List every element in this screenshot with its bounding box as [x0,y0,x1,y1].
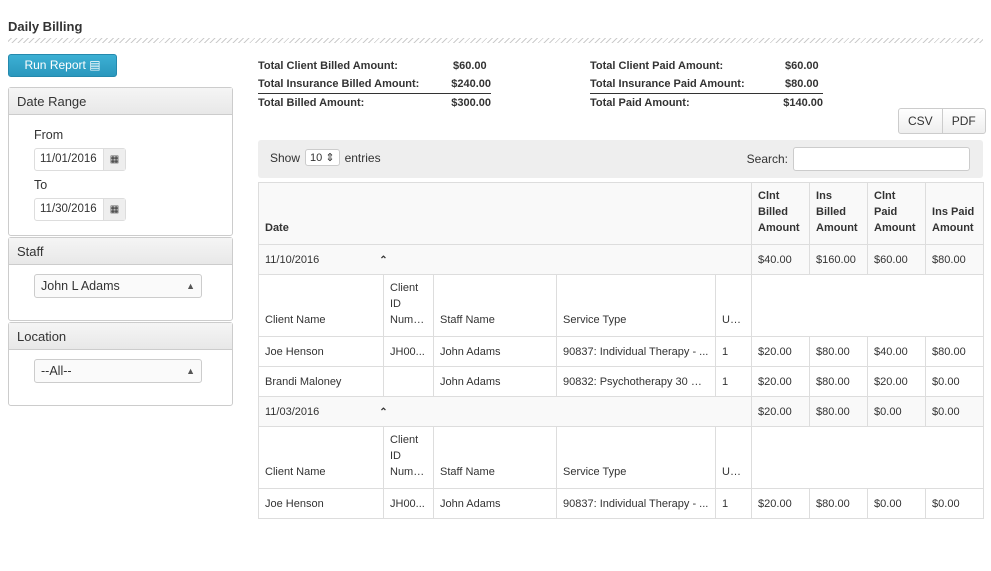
group-date[interactable]: 11/03/2016 ⌃ [257,396,753,427]
entries-select[interactable]: 10 ⇕ [305,149,340,166]
sub-header: Client ID Number [383,274,434,337]
group-total: $80.00 [809,396,869,427]
column-header: Ins Billed Amount [809,182,869,245]
sub-header-row: Client Name Client ID Number Staff Name Ser… [258,274,985,337]
staff-panel: Staff John L Adams ▲ [8,237,233,321]
group-total: $40.00 [751,244,811,275]
staff-title: Staff [9,238,232,265]
calendar-icon[interactable]: ▦ [103,149,125,170]
report-icon: ▤ [89,58,101,72]
table-cell: Joe Henson [258,488,384,519]
table-cell: 1 [714,366,753,397]
table-cell: JH00... [383,336,434,367]
table-cell: $0.00 [925,488,985,519]
table-cell: $20.00 [751,366,811,397]
sub-header: Units [714,426,753,489]
sub-header-blank [751,426,985,489]
group-total: $20.00 [751,396,811,427]
group-total: $80.00 [925,244,985,275]
table-cell: $80.00 [809,336,869,367]
location-panel: Location --All-- ▲ [8,322,233,406]
table-cell: JH00... [383,488,434,519]
table-cell: $20.00 [751,336,811,367]
export-buttons: CSV PDF [898,108,986,134]
run-report-button[interactable]: Run Report ▤ [8,54,117,77]
from-date-input[interactable]: 11/01/2016 ▦ [34,148,126,171]
page-title: Daily Billing [8,19,83,34]
location-select[interactable]: --All-- ▲ [34,359,202,383]
table-cell: John Adams [433,488,557,519]
table-cell: $0.00 [925,366,985,397]
table-cell: Joe Henson [258,336,384,367]
group-total: $0.00 [925,396,985,427]
chevron-up-icon[interactable]: ⌃ [379,255,387,266]
table-cell: $20.00 [867,366,927,397]
table-header: Date Clnt Billed Amount Ins Billed Amount C… [257,182,985,245]
sub-header: Service Type [556,426,716,489]
group-total: $0.00 [867,396,927,427]
group-date[interactable]: 11/10/2016 ⌃ [257,244,753,275]
table-cell: $0.00 [867,488,927,519]
table-row: Joe Henson JH00... John Adams 90837: Indivi… [258,336,985,367]
group-row: 11/03/2016 ⌃ $20.00 $80.00 $0.00 $0.00 [257,396,985,427]
table-cell: John Adams [433,366,557,397]
chevron-up-icon[interactable]: ⌃ [379,407,387,418]
csv-button[interactable]: CSV [899,109,942,133]
sub-header-blank [751,274,985,337]
group-total: $60.00 [867,244,927,275]
search-input[interactable] [793,147,970,171]
column-header: Clnt Billed Amount [751,182,811,245]
table-row: Joe Henson JH00... John Adams 90837: Indivi… [258,488,985,519]
sub-header: Service Type [556,274,716,337]
to-date-input[interactable]: 11/30/2016 ▦ [34,198,126,221]
sub-header: Staff Name [433,426,557,489]
billing-table: Date Clnt Billed Amount Ins Billed Amount C… [257,182,985,519]
sub-header: Client Name [258,274,384,337]
table-cell: $80.00 [809,366,869,397]
group-total: $160.00 [809,244,869,275]
title-divider [8,38,983,43]
sub-header: Client Name [258,426,384,489]
column-header-date[interactable]: Date [257,182,753,245]
from-label: From [34,128,64,142]
sub-header: Client ID Number [383,426,434,489]
column-header: Ins Paid Amount [925,182,985,245]
table-cell: 1 [714,488,753,519]
location-title: Location [9,323,232,350]
table-cell: $80.00 [925,336,985,367]
staff-select[interactable]: John L Adams ▲ [34,274,202,298]
table-cell: 90832: Psychotherapy 30 mins [556,366,716,397]
group-row: 11/10/2016 ⌃ $40.00 $160.00 $60.00 $80.00 [257,244,985,275]
table-cell: $20.00 [751,488,811,519]
sub-header-row: Client Name Client ID Number Staff Name Ser… [258,426,985,489]
billed-totals: Total Client Billed Amount: $60.00 Total … [258,60,491,109]
select-arrows-icon: ▲ [186,366,195,376]
select-arrows-icon: ▲ [186,281,195,291]
sub-header: Units [714,274,753,337]
column-header: Clnt Paid Amount [867,182,927,245]
table-row: Brandi Maloney John Adams 90832: Psychothe… [258,366,985,397]
to-label: To [34,178,48,192]
table-cell: 90837: Individual Therapy - ... [556,488,716,519]
date-range-panel: Date Range From 11/01/2016 ▦ To 11/30/201… [8,87,233,236]
table-cell: 90837: Individual Therapy - ... [556,336,716,367]
table-cell [383,366,434,397]
table-cell: 1 [714,336,753,367]
table-cell: $80.00 [809,488,869,519]
sub-header: Staff Name [433,274,557,337]
paid-totals: Total Client Paid Amount: $60.00 Total In… [590,60,823,109]
table-cell: John Adams [433,336,557,367]
calendar-icon[interactable]: ▦ [103,199,125,220]
table-cell: Brandi Maloney [258,366,384,397]
date-range-title: Date Range [9,88,232,115]
table-controls: Show 10 ⇕ entries Search: [258,140,983,178]
pdf-button[interactable]: PDF [941,109,985,133]
table-cell: $40.00 [867,336,927,367]
